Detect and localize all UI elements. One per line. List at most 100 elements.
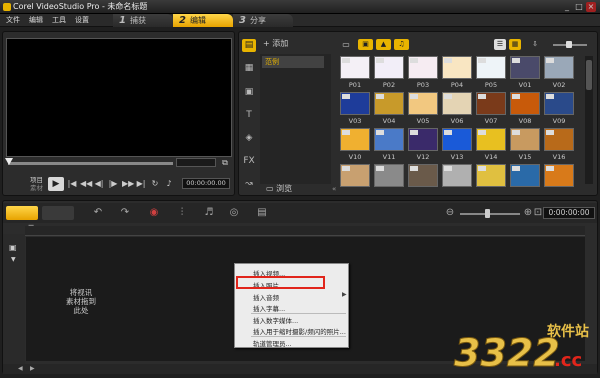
maximize-button[interactable]: □	[574, 2, 584, 12]
play-button[interactable]: ▶	[48, 177, 64, 191]
library-thumbnail[interactable]	[476, 92, 506, 115]
library-thumbnail[interactable]	[442, 56, 472, 79]
library-thumbnail[interactable]	[476, 128, 506, 151]
library-thumbnail[interactable]	[544, 128, 574, 151]
forward-icon[interactable]: ▶▶	[122, 179, 134, 189]
library-thumbnail[interactable]	[476, 56, 506, 79]
title-icon[interactable]: T	[242, 109, 256, 122]
repeat-icon[interactable]: ↻	[150, 179, 160, 189]
menu-insert-subtitle[interactable]: 插入字幕...	[253, 303, 285, 313]
enlarge-icon[interactable]: ⧉	[220, 158, 230, 168]
player-timecode[interactable]: 00:00:00.00	[182, 178, 230, 189]
trim-range[interactable]	[176, 158, 216, 167]
auto-music-icon[interactable]: ♬	[202, 206, 216, 220]
timeline-timecode[interactable]: 0:00:00:00	[543, 207, 595, 219]
scrubber-handle[interactable]	[5, 158, 13, 165]
video-track-icon[interactable]: ▣	[9, 243, 17, 252]
zoom-slider[interactable]	[460, 213, 520, 215]
library-thumbnail[interactable]	[544, 164, 574, 187]
transition-icon[interactable]: ▣	[242, 86, 256, 99]
library-thumbnail[interactable]	[374, 164, 404, 187]
volume-icon[interactable]: ♪	[164, 179, 174, 189]
add-folder-button[interactable]: + 添加	[263, 38, 288, 49]
instant-project-icon[interactable]: ▦	[242, 62, 256, 75]
library-thumbnail[interactable]	[408, 128, 438, 151]
library-thumbnail[interactable]	[442, 92, 472, 115]
tab-edit[interactable]: 2 编辑	[173, 14, 233, 27]
fit-project-icon[interactable]: ⊡	[533, 206, 543, 220]
timeline-view-button[interactable]	[42, 206, 74, 220]
tab-capture[interactable]: 1 捕获	[113, 14, 173, 27]
folder-item[interactable]: 范例	[262, 56, 324, 68]
rewind-icon[interactable]: ◀◀	[80, 179, 92, 189]
redo-icon[interactable]: ↷	[119, 206, 131, 220]
library-thumbnail[interactable]	[544, 92, 574, 115]
tab-share[interactable]: 3 分享	[233, 14, 293, 27]
zoom-knob[interactable]	[485, 209, 490, 218]
zoom-out-icon[interactable]: ⊖	[444, 206, 456, 220]
show-video-button[interactable]: ▣	[358, 39, 373, 50]
library-thumbnail[interactable]	[442, 164, 472, 187]
audio-mixer-icon[interactable]: ⫶	[175, 206, 189, 220]
menu-track-manager[interactable]: 轨道管理员...	[253, 338, 292, 348]
show-audio-button[interactable]: ♫	[394, 39, 409, 50]
end-icon[interactable]: ▶|	[136, 179, 146, 189]
library-thumbnail[interactable]	[510, 92, 540, 115]
show-photo-button[interactable]: ▲	[376, 39, 391, 50]
library-scroll-thumb[interactable]	[586, 60, 592, 90]
media-type-badge	[410, 94, 418, 99]
track-dropdown-icon[interactable]: ▼	[11, 256, 16, 263]
filter-icon[interactable]: FX	[242, 155, 256, 168]
undo-icon[interactable]: ↶	[92, 206, 104, 220]
list-view-icon[interactable]: ☰	[494, 39, 506, 50]
motion-track-icon[interactable]: ◎	[227, 206, 241, 220]
library-thumbnail[interactable]	[340, 56, 370, 79]
library-thumbnail[interactable]	[510, 56, 540, 79]
library-thumbnail[interactable]	[340, 164, 370, 187]
menu-tools[interactable]: 工具	[52, 15, 66, 25]
scrub-bar[interactable]	[8, 162, 173, 165]
menu-settings[interactable]: 设置	[75, 15, 89, 25]
path-icon[interactable]: ↝	[242, 178, 256, 191]
menu-insert-audio[interactable]: 插入音频	[253, 292, 279, 302]
collapse-icon[interactable]: «	[332, 185, 336, 193]
home-icon[interactable]: |◀	[67, 179, 77, 189]
library-thumbnail[interactable]	[374, 56, 404, 79]
import-folder-icon[interactable]: ▭	[341, 39, 351, 50]
library-thumbnail[interactable]	[408, 56, 438, 79]
browse-button[interactable]: ▭ 浏览	[266, 183, 292, 194]
menu-insert-digital-media[interactable]: 插入数字媒体...	[253, 315, 298, 325]
scroll-right-icon[interactable]: ▶	[30, 365, 35, 372]
media-type-badge	[512, 94, 520, 99]
mode-clip[interactable]: 素材	[30, 182, 43, 192]
scroll-left-icon[interactable]: ◀	[18, 365, 23, 372]
library-thumbnail[interactable]	[510, 164, 540, 187]
library-thumbnail[interactable]	[442, 128, 472, 151]
library-thumbnail[interactable]	[510, 128, 540, 151]
next-frame-icon[interactable]: |▶	[108, 179, 118, 189]
close-button[interactable]: ×	[586, 2, 596, 12]
library-thumbnail[interactable]	[476, 164, 506, 187]
sort-icon[interactable]: ⇩	[529, 39, 541, 50]
subtitle-editor-icon[interactable]: ▤	[255, 206, 269, 220]
record-capture-icon[interactable]: ◉	[147, 206, 161, 220]
library-thumbnail[interactable]	[340, 92, 370, 115]
menu-insert-timelapse-photo[interactable]: 插入用于缩时摄影/频闪的照片...	[253, 326, 346, 336]
thumbnail-view-icon[interactable]: ▦	[509, 39, 521, 50]
library-thumbnail[interactable]	[408, 164, 438, 187]
timeline-ruler[interactable]	[25, 226, 585, 236]
storyboard-view-button[interactable]	[6, 206, 38, 220]
media-type-badge	[342, 94, 350, 99]
menu-edit[interactable]: 编辑	[29, 15, 43, 25]
library-thumbnail[interactable]	[544, 56, 574, 79]
minimize-button[interactable]: _	[562, 2, 572, 12]
thumbnail-size-knob[interactable]	[566, 41, 572, 48]
library-thumbnail[interactable]	[374, 92, 404, 115]
library-thumbnail[interactable]	[408, 92, 438, 115]
prev-frame-icon[interactable]: ◀|	[94, 179, 104, 189]
library-thumbnail[interactable]	[340, 128, 370, 151]
graphic-icon[interactable]: ◈	[242, 132, 256, 145]
media-icon[interactable]: ▤	[242, 39, 256, 52]
library-thumbnail[interactable]	[374, 128, 404, 151]
menu-file[interactable]: 文件	[6, 15, 20, 25]
